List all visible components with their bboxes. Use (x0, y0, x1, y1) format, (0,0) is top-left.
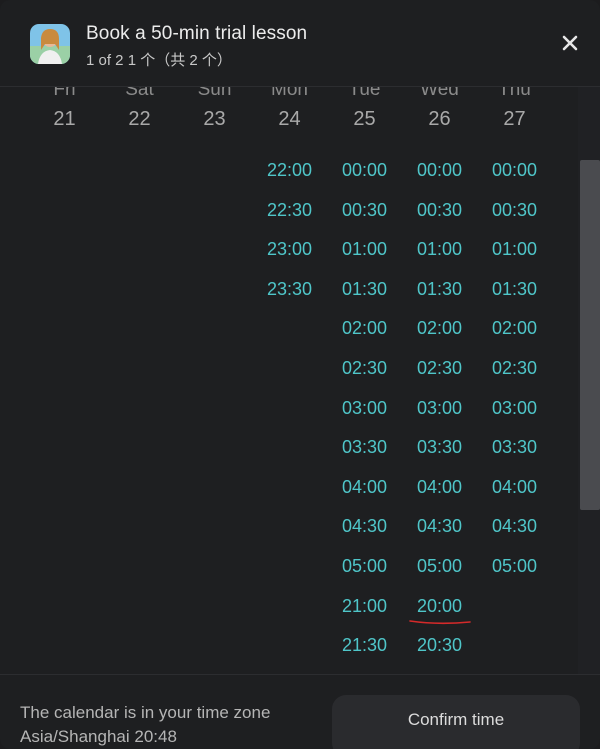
time-slot[interactable]: 02:30 (477, 358, 552, 379)
confirm-time-button[interactable]: Confirm time (332, 695, 580, 749)
time-slot[interactable]: 01:00 (402, 239, 477, 260)
time-slot[interactable]: 22:30 (252, 200, 327, 221)
modal-header: Book a 50-min trial lesson 1 of 2 1 个（共 … (0, 0, 600, 87)
time-slot[interactable]: 22:00 (252, 160, 327, 181)
day-name: Fri (53, 86, 76, 100)
modal-subtitle: 1 of 2 1 个（共 2 个） (86, 52, 232, 69)
time-slot[interactable]: 03:30 (327, 437, 402, 458)
booking-modal: Fri 21 Sat 22 Sun 23 Mon 24 22:00 22:30 23:00 23:30… (0, 0, 600, 749)
time-slot[interactable]: 01:30 (477, 279, 552, 300)
day-name: Sun (197, 86, 232, 100)
day-date: 22 (128, 108, 151, 130)
time-slot[interactable]: 04:00 (327, 477, 402, 498)
time-slot[interactable]: 03:00 (327, 398, 402, 419)
day-date: 26 (428, 108, 451, 130)
day-name: Sat (125, 86, 154, 100)
day-date: 25 (353, 108, 376, 130)
day-date: 27 (503, 108, 526, 130)
timezone-notice: The calendar is in your time zone (20, 703, 271, 722)
time-slot[interactable]: 04:30 (327, 516, 402, 537)
day-date: 24 (278, 108, 301, 130)
time-slot[interactable]: 23:30 (252, 279, 327, 300)
time-slot[interactable]: 01:00 (327, 239, 402, 260)
time-slot[interactable]: 02:00 (477, 318, 552, 339)
time-slot[interactable]: 00:30 (477, 200, 552, 221)
modal-footer: The calendar is in your time zone Asia/S… (0, 674, 600, 749)
day-column-mon: Mon 24 22:00 22:30 23:00 23:30 (252, 86, 327, 674)
time-slot[interactable]: 03:00 (402, 398, 477, 419)
timezone-value: Asia/Shanghai 20:48 (20, 727, 177, 746)
day-name: Mon (271, 86, 308, 100)
day-column-fri: Fri 21 (27, 86, 102, 674)
day-column-sun: Sun 23 (177, 86, 252, 674)
time-slot[interactable]: 20:00 (402, 596, 477, 624)
time-slot[interactable]: 00:00 (327, 160, 402, 181)
time-slot[interactable]: 01:00 (477, 239, 552, 260)
time-slot[interactable]: 03:30 (477, 437, 552, 458)
time-slot[interactable]: 05:00 (402, 556, 477, 577)
time-slot[interactable]: 21:00 (327, 596, 402, 617)
time-slot[interactable]: 05:00 (477, 556, 552, 577)
scrollbar-thumb[interactable] (580, 160, 600, 510)
day-column-wed: Wed 26 00:00 00:30 01:00 01:30 02:00 02:30 03:00… (402, 86, 477, 674)
day-column-tue: Tue 25 00:00 00:30 01:00 01:30 02:00 02:30 03:00… (327, 86, 402, 674)
time-slot[interactable]: 00:30 (402, 200, 477, 221)
red-underline-annotation (409, 619, 471, 624)
time-slot[interactable]: 20:30 (402, 635, 477, 656)
time-slot[interactable]: 00:30 (327, 200, 402, 221)
time-slot[interactable]: 05:00 (327, 556, 402, 577)
day-name: Thu (498, 86, 531, 100)
day-column-thu: Thu 27 00:00 00:30 01:00 01:30 02:00 02:30 03:00… (477, 86, 552, 674)
time-slot[interactable]: 03:30 (402, 437, 477, 458)
day-date: 23 (203, 108, 226, 130)
time-slot[interactable]: 01:30 (402, 279, 477, 300)
time-slot[interactable]: 04:30 (402, 516, 477, 537)
close-icon[interactable] (557, 30, 583, 56)
calendar-grid: Fri 21 Sat 22 Sun 23 Mon 24 22:00 22:30 23:00 23:30… (0, 86, 578, 674)
day-date: 21 (53, 108, 76, 130)
time-slot[interactable]: 02:00 (402, 318, 477, 339)
day-column-sat: Sat 22 (102, 86, 177, 674)
time-slot[interactable]: 02:30 (327, 358, 402, 379)
day-name: Wed (420, 86, 459, 100)
time-slot[interactable]: 04:00 (402, 477, 477, 498)
time-slot[interactable]: 23:00 (252, 239, 327, 260)
time-slot[interactable]: 02:00 (327, 318, 402, 339)
time-slot[interactable]: 04:30 (477, 516, 552, 537)
time-slot[interactable]: 00:00 (402, 160, 477, 181)
modal-title: Book a 50-min trial lesson (86, 23, 308, 44)
time-slot[interactable]: 21:30 (327, 635, 402, 656)
time-slot[interactable]: 01:30 (327, 279, 402, 300)
time-slot[interactable]: 04:00 (477, 477, 552, 498)
time-slot[interactable]: 00:00 (477, 160, 552, 181)
time-slot[interactable]: 02:30 (402, 358, 477, 379)
time-slot[interactable]: 03:00 (477, 398, 552, 419)
day-name: Tue (348, 86, 381, 100)
tutor-avatar (30, 24, 70, 64)
